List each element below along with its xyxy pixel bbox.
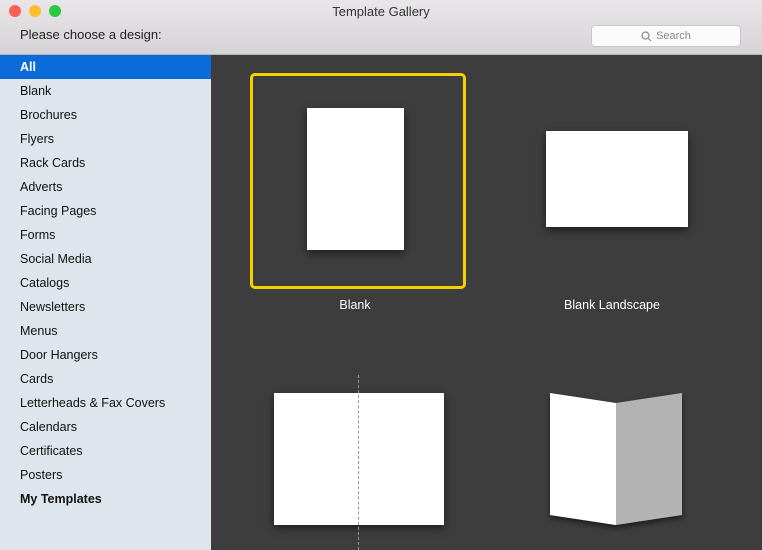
sidebar-item-facing-pages[interactable]: Facing Pages — [0, 199, 211, 223]
template-label-blank-landscape: Blank Landscape — [564, 298, 660, 312]
template-label-blank: Blank — [339, 298, 371, 312]
sidebar-item-letterheads-fax-covers[interactable]: Letterheads & Fax Covers — [0, 391, 211, 415]
sidebar-item-my-templates[interactable]: My Templates — [0, 487, 211, 511]
sidebar-item-calendars[interactable]: Calendars — [0, 415, 211, 439]
sidebar-item-catalogs[interactable]: Catalogs — [0, 271, 211, 295]
sidebar-item-brochures[interactable]: Brochures — [0, 103, 211, 127]
category-sidebar: All Blank Brochures Flyers Rack Cards Adverts… — [0, 55, 211, 550]
sidebar-item-cards[interactable]: Cards — [0, 367, 211, 391]
sidebar-item-rack-cards[interactable]: Rack Cards — [0, 151, 211, 175]
sidebar-item-forms[interactable]: Forms — [0, 223, 211, 247]
folded-card-thumbnail[interactable] — [540, 385, 700, 545]
blank-portrait-thumbnail[interactable] — [307, 108, 404, 250]
sidebar-item-adverts[interactable]: Adverts — [0, 175, 211, 199]
title-bar: Template Gallery Please choose a design:… — [0, 0, 762, 55]
window-title: Template Gallery — [332, 4, 430, 19]
sidebar-item-newsletters[interactable]: Newsletters — [0, 295, 211, 319]
fold-line — [358, 375, 359, 550]
blank-landscape-thumbnail[interactable] — [546, 131, 688, 227]
prompt-label: Please choose a design: — [20, 27, 162, 42]
sidebar-item-social-media[interactable]: Social Media — [0, 247, 211, 271]
sidebar-item-door-hangers[interactable]: Door Hangers — [0, 343, 211, 367]
sidebar-item-menus[interactable]: Menus — [0, 319, 211, 343]
sidebar-item-posters[interactable]: Posters — [0, 463, 211, 487]
sidebar-item-blank[interactable]: Blank — [0, 79, 211, 103]
search-placeholder: Search — [656, 30, 691, 42]
sidebar-item-flyers[interactable]: Flyers — [0, 127, 211, 151]
facing-pages-thumbnail[interactable] — [274, 393, 444, 525]
search-icon — [641, 30, 652, 41]
sidebar-item-all[interactable]: All — [0, 55, 211, 79]
search-input[interactable]: Search — [591, 25, 741, 47]
sidebar-item-certificates[interactable]: Certificates — [0, 439, 211, 463]
